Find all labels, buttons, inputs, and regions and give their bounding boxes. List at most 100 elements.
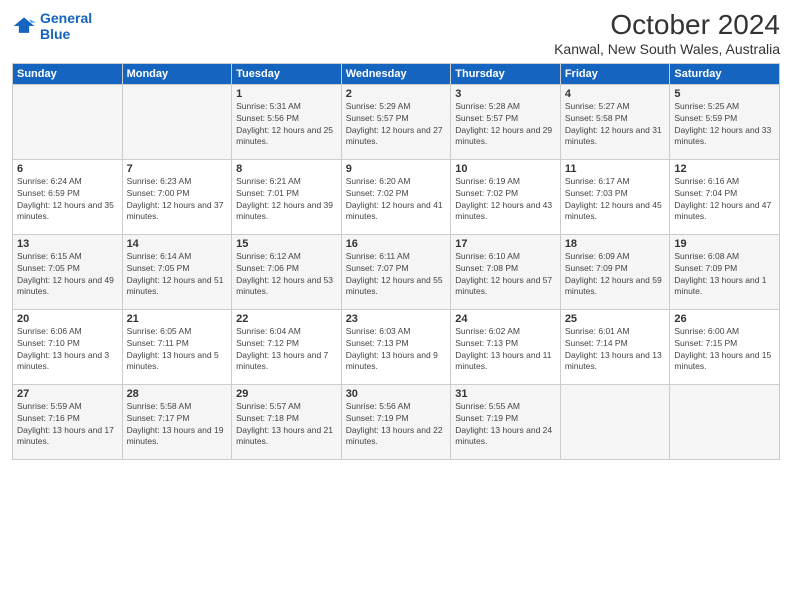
day-number: 4 xyxy=(565,88,666,100)
day-number: 10 xyxy=(455,163,556,175)
header-row: Sunday Monday Tuesday Wednesday Thursday… xyxy=(13,63,780,84)
cell-details: Sunrise: 5:31 AMSunset: 5:56 PMDaylight:… xyxy=(236,101,337,149)
cell-details: Sunrise: 6:14 AMSunset: 7:05 PMDaylight:… xyxy=(127,251,228,299)
calendar-page: General Blue October 2024 Kanwal, New So… xyxy=(0,0,792,612)
cell-details: Sunrise: 6:09 AMSunset: 7:09 PMDaylight:… xyxy=(565,251,666,299)
calendar-cell: 11Sunrise: 6:17 AMSunset: 7:03 PMDayligh… xyxy=(560,159,670,234)
day-number: 28 xyxy=(127,388,228,400)
cell-details: Sunrise: 6:01 AMSunset: 7:14 PMDaylight:… xyxy=(565,326,666,374)
calendar-cell: 20Sunrise: 6:06 AMSunset: 7:10 PMDayligh… xyxy=(13,309,123,384)
day-number: 17 xyxy=(455,238,556,250)
calendar-cell: 19Sunrise: 6:08 AMSunset: 7:09 PMDayligh… xyxy=(670,234,780,309)
calendar-cell: 24Sunrise: 6:02 AMSunset: 7:13 PMDayligh… xyxy=(451,309,561,384)
cell-details: Sunrise: 6:11 AMSunset: 7:07 PMDaylight:… xyxy=(346,251,447,299)
day-number: 21 xyxy=(127,313,228,325)
day-number: 12 xyxy=(674,163,775,175)
cell-details: Sunrise: 6:20 AMSunset: 7:02 PMDaylight:… xyxy=(346,176,447,224)
cell-details: Sunrise: 6:10 AMSunset: 7:08 PMDaylight:… xyxy=(455,251,556,299)
calendar-cell xyxy=(13,84,123,159)
day-number: 9 xyxy=(346,163,447,175)
calendar-cell: 1Sunrise: 5:31 AMSunset: 5:56 PMDaylight… xyxy=(232,84,342,159)
day-number: 26 xyxy=(674,313,775,325)
calendar-week-row: 20Sunrise: 6:06 AMSunset: 7:10 PMDayligh… xyxy=(13,309,780,384)
col-friday: Friday xyxy=(560,63,670,84)
day-number: 13 xyxy=(17,238,118,250)
day-number: 15 xyxy=(236,238,337,250)
col-sunday: Sunday xyxy=(13,63,123,84)
logo-text: General Blue xyxy=(40,10,92,42)
calendar-cell: 2Sunrise: 5:29 AMSunset: 5:57 PMDaylight… xyxy=(341,84,451,159)
col-saturday: Saturday xyxy=(670,63,780,84)
calendar-cell: 25Sunrise: 6:01 AMSunset: 7:14 PMDayligh… xyxy=(560,309,670,384)
calendar-cell: 5Sunrise: 5:25 AMSunset: 5:59 PMDaylight… xyxy=(670,84,780,159)
cell-details: Sunrise: 6:02 AMSunset: 7:13 PMDaylight:… xyxy=(455,326,556,374)
cell-details: Sunrise: 6:08 AMSunset: 7:09 PMDaylight:… xyxy=(674,251,775,299)
calendar-cell: 23Sunrise: 6:03 AMSunset: 7:13 PMDayligh… xyxy=(341,309,451,384)
day-number: 24 xyxy=(455,313,556,325)
calendar-body: 1Sunrise: 5:31 AMSunset: 5:56 PMDaylight… xyxy=(13,84,780,459)
calendar-cell: 7Sunrise: 6:23 AMSunset: 7:00 PMDaylight… xyxy=(122,159,232,234)
calendar-header: Sunday Monday Tuesday Wednesday Thursday… xyxy=(13,63,780,84)
calendar-cell: 17Sunrise: 6:10 AMSunset: 7:08 PMDayligh… xyxy=(451,234,561,309)
logo-icon xyxy=(12,14,36,38)
cell-details: Sunrise: 6:19 AMSunset: 7:02 PMDaylight:… xyxy=(455,176,556,224)
calendar-week-row: 27Sunrise: 5:59 AMSunset: 7:16 PMDayligh… xyxy=(13,384,780,459)
page-subtitle: Kanwal, New South Wales, Australia xyxy=(554,41,780,57)
calendar-week-row: 6Sunrise: 6:24 AMSunset: 6:59 PMDaylight… xyxy=(13,159,780,234)
cell-details: Sunrise: 6:05 AMSunset: 7:11 PMDaylight:… xyxy=(127,326,228,374)
day-number: 25 xyxy=(565,313,666,325)
cell-details: Sunrise: 6:06 AMSunset: 7:10 PMDaylight:… xyxy=(17,326,118,374)
cell-details: Sunrise: 6:17 AMSunset: 7:03 PMDaylight:… xyxy=(565,176,666,224)
day-number: 30 xyxy=(346,388,447,400)
day-number: 29 xyxy=(236,388,337,400)
day-number: 22 xyxy=(236,313,337,325)
cell-details: Sunrise: 5:55 AMSunset: 7:19 PMDaylight:… xyxy=(455,401,556,449)
page-title: October 2024 xyxy=(554,10,780,41)
day-number: 18 xyxy=(565,238,666,250)
day-number: 20 xyxy=(17,313,118,325)
day-number: 6 xyxy=(17,163,118,175)
day-number: 8 xyxy=(236,163,337,175)
cell-details: Sunrise: 5:27 AMSunset: 5:58 PMDaylight:… xyxy=(565,101,666,149)
cell-details: Sunrise: 6:24 AMSunset: 6:59 PMDaylight:… xyxy=(17,176,118,224)
calendar-cell: 29Sunrise: 5:57 AMSunset: 7:18 PMDayligh… xyxy=(232,384,342,459)
calendar-table: Sunday Monday Tuesday Wednesday Thursday… xyxy=(12,63,780,460)
cell-details: Sunrise: 6:04 AMSunset: 7:12 PMDaylight:… xyxy=(236,326,337,374)
calendar-cell: 30Sunrise: 5:56 AMSunset: 7:19 PMDayligh… xyxy=(341,384,451,459)
day-number: 2 xyxy=(346,88,447,100)
cell-details: Sunrise: 6:23 AMSunset: 7:00 PMDaylight:… xyxy=(127,176,228,224)
day-number: 1 xyxy=(236,88,337,100)
calendar-cell xyxy=(670,384,780,459)
day-number: 23 xyxy=(346,313,447,325)
cell-details: Sunrise: 5:25 AMSunset: 5:59 PMDaylight:… xyxy=(674,101,775,149)
calendar-cell: 16Sunrise: 6:11 AMSunset: 7:07 PMDayligh… xyxy=(341,234,451,309)
calendar-cell: 21Sunrise: 6:05 AMSunset: 7:11 PMDayligh… xyxy=(122,309,232,384)
calendar-cell: 18Sunrise: 6:09 AMSunset: 7:09 PMDayligh… xyxy=(560,234,670,309)
calendar-week-row: 13Sunrise: 6:15 AMSunset: 7:05 PMDayligh… xyxy=(13,234,780,309)
calendar-week-row: 1Sunrise: 5:31 AMSunset: 5:56 PMDaylight… xyxy=(13,84,780,159)
calendar-cell: 6Sunrise: 6:24 AMSunset: 6:59 PMDaylight… xyxy=(13,159,123,234)
calendar-cell: 3Sunrise: 5:28 AMSunset: 5:57 PMDaylight… xyxy=(451,84,561,159)
day-number: 14 xyxy=(127,238,228,250)
day-number: 5 xyxy=(674,88,775,100)
day-number: 7 xyxy=(127,163,228,175)
calendar-cell: 13Sunrise: 6:15 AMSunset: 7:05 PMDayligh… xyxy=(13,234,123,309)
header: General Blue October 2024 Kanwal, New So… xyxy=(12,10,780,57)
col-monday: Monday xyxy=(122,63,232,84)
cell-details: Sunrise: 5:59 AMSunset: 7:16 PMDaylight:… xyxy=(17,401,118,449)
day-number: 31 xyxy=(455,388,556,400)
calendar-cell: 10Sunrise: 6:19 AMSunset: 7:02 PMDayligh… xyxy=(451,159,561,234)
day-number: 27 xyxy=(17,388,118,400)
calendar-cell: 31Sunrise: 5:55 AMSunset: 7:19 PMDayligh… xyxy=(451,384,561,459)
calendar-cell: 22Sunrise: 6:04 AMSunset: 7:12 PMDayligh… xyxy=(232,309,342,384)
calendar-cell xyxy=(560,384,670,459)
calendar-cell: 8Sunrise: 6:21 AMSunset: 7:01 PMDaylight… xyxy=(232,159,342,234)
cell-details: Sunrise: 5:56 AMSunset: 7:19 PMDaylight:… xyxy=(346,401,447,449)
calendar-cell: 27Sunrise: 5:59 AMSunset: 7:16 PMDayligh… xyxy=(13,384,123,459)
cell-details: Sunrise: 6:03 AMSunset: 7:13 PMDaylight:… xyxy=(346,326,447,374)
cell-details: Sunrise: 5:57 AMSunset: 7:18 PMDaylight:… xyxy=(236,401,337,449)
col-tuesday: Tuesday xyxy=(232,63,342,84)
col-wednesday: Wednesday xyxy=(341,63,451,84)
cell-details: Sunrise: 6:00 AMSunset: 7:15 PMDaylight:… xyxy=(674,326,775,374)
cell-details: Sunrise: 6:21 AMSunset: 7:01 PMDaylight:… xyxy=(236,176,337,224)
